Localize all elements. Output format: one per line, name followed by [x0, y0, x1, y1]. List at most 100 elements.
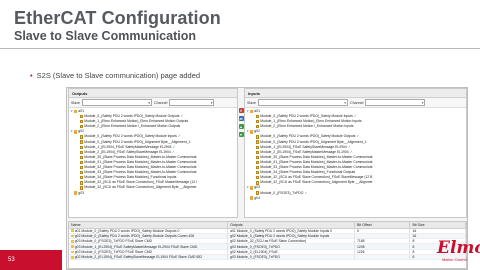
cell-text: 8 — [412, 255, 415, 260]
bullet-text: S2S (Slave to Slave communication) page … — [36, 71, 201, 80]
bullet-dot-icon: • — [30, 71, 33, 80]
inputs-panel: Inputs Slave ▾ Channel ▾ ▾ a01 Module_0_(S… — [244, 88, 467, 218]
module-icon — [256, 155, 260, 160]
module-icon — [80, 114, 84, 119]
tree-item-label: Module_32_(SCU as FSoE Slave Connection)… — [260, 180, 373, 185]
module-icon — [71, 229, 74, 233]
chevron-down-icon: ▾ — [148, 101, 150, 105]
outputs-slave-select[interactable]: ▾ — [82, 99, 152, 106]
module-icon — [256, 181, 260, 185]
logo-tagline: Motion Control — [442, 258, 467, 262]
module-icon — [256, 176, 260, 180]
module-icon — [256, 135, 260, 139]
inputs-filter-row: Slave ▾ Channel ▾ — [245, 98, 466, 108]
module-icon — [80, 135, 84, 139]
inputs-slave-label: Slave — [247, 100, 256, 105]
module-icon — [71, 234, 74, 238]
cell-text: a01 Module_0_(Safety PDU 2 words IPDO)_S… — [74, 228, 180, 233]
outputs-panel-title: Outputs — [69, 89, 237, 98]
table-row[interactable]: g02 Module_2_(EL1904)_FSoE SafetySlaveMe… — [69, 254, 466, 261]
cell-text: 8 — [412, 239, 415, 244]
cell-text: a01 Module_0_(Safety PDU 2 words IPDO)_S… — [230, 228, 333, 233]
folder-icon — [250, 130, 254, 134]
cell-text: 8 — [412, 249, 415, 254]
table-cell — [354, 254, 411, 261]
table-cell: g02 Module_2_(EL1904)_FSoE SafetySlaveMe… — [69, 254, 229, 261]
folder-icon — [74, 109, 78, 114]
module-icon — [71, 250, 74, 254]
folder-icon — [250, 186, 254, 190]
tree-item-label: g02 — [254, 129, 260, 134]
cell-text: g03 Module_0_(FSOE3)_TxPDO FSoE Slave CM… — [74, 249, 153, 254]
tree-item-label: Module_2_(Elmo Enhanced Motion I_Enhance… — [84, 124, 181, 129]
outputs-slave-label: Slave — [71, 100, 80, 105]
folder-icon — [250, 109, 254, 114]
table-cell: g03 Module_0_(FSOE3)_TxPDO — [227, 254, 355, 261]
inputs-channel-label: Channel — [350, 100, 364, 105]
cell-text: g03 Module_0_(FSOE3)_TxPDO — [230, 244, 280, 249]
outputs-filter-row: Slave ▾ Channel ▾ — [69, 98, 237, 108]
tree-item-label: Module_0_(FSOE3)_TxPDO — [260, 190, 304, 195]
mapped-check-icon: ✓ — [304, 190, 308, 195]
module-icon — [80, 160, 84, 165]
cell-text: 0 — [356, 228, 359, 233]
module-icon — [256, 114, 260, 119]
cell-text: g03 Module_0_(FSOE3)_TxPDO — [230, 255, 280, 260]
cell-text: g02 Module_2_(EL1904)_FSoE — [230, 249, 278, 254]
module-icon — [80, 125, 84, 129]
slide-subtitle: Slave to Slave Communication — [14, 29, 196, 43]
mapping-table: Name Outputs Bit Offset Bit Size a01 Mod… — [68, 221, 467, 269]
page-number: 53 — [8, 257, 15, 263]
tree-item-label: g03 — [78, 190, 84, 195]
cell-text: g02 Module_32_(SCU as FSoE Slave Connect… — [230, 239, 307, 244]
s2s-screenshot: Outputs Slave ▾ Channel ▾ ▾ a01 Module_0_(… — [66, 87, 468, 270]
module-icon — [256, 125, 260, 129]
module-icon — [80, 165, 84, 170]
module-icon — [80, 145, 84, 149]
chevron-down-icon: ▾ — [344, 101, 346, 105]
tree-item[interactable]: g03 — [71, 191, 235, 196]
cell-text: g02 Module_0_(Safety PDU 2 words IPDO)_S… — [74, 233, 195, 238]
tree-item-label: g02 — [78, 129, 84, 134]
cell-text: g02 Module_2_(EL1904)_FSoE SafetySlaveMe… — [74, 255, 203, 260]
inputs-panel-title: Inputs — [245, 89, 466, 98]
tree-item-label: g03 — [254, 185, 260, 190]
module-icon — [80, 176, 84, 180]
move-up-button[interactable]: ▴ — [238, 124, 244, 129]
module-icon — [80, 171, 84, 175]
folder-icon — [250, 196, 254, 200]
link-mapping-button[interactable]: ⇄ — [238, 116, 244, 121]
tree-item[interactable]: g04 — [247, 196, 464, 201]
folder-icon — [74, 130, 78, 134]
tree-item-label: a01 — [254, 109, 260, 113]
folder-icon — [74, 191, 78, 195]
cell-text: 1208 — [356, 244, 365, 249]
cell-text: 16 — [412, 228, 417, 233]
cell-text: g03 Module_0_(FSOE3)_TxPDO FSoE Slave CM… — [74, 239, 153, 244]
tree-item-label: a01 — [78, 109, 84, 113]
outputs-panel: Outputs Slave ▾ Channel ▾ ▾ a01 Module_0_(… — [68, 88, 238, 218]
title-divider — [0, 48, 480, 49]
module-icon — [80, 186, 84, 190]
cell-text: g03 Module_1_(EL2904)_FSoE SafetyMasterM… — [74, 244, 198, 249]
module-icon — [80, 155, 84, 160]
module-icon — [256, 171, 260, 175]
cell-text: 8 — [412, 244, 415, 249]
inputs-tree: ▾ a01 Module_0_(Safety PDU 2 words IPDO)_S… — [245, 108, 466, 202]
module-icon — [80, 120, 84, 124]
module-icon — [71, 245, 74, 249]
cell-text: g02 Module_0_(Safety PDU 2 words IPDO)_S… — [230, 233, 330, 238]
module-icon — [256, 150, 260, 154]
tree-item-label: g04 — [254, 195, 260, 200]
elmo-logo: Elmo Motion Control — [434, 228, 480, 264]
outputs-channel-label: Channel — [154, 100, 168, 105]
outputs-channel-select[interactable]: ▾ — [169, 99, 215, 106]
delete-mapping-button[interactable]: ✕ — [238, 108, 244, 113]
inputs-slave-select[interactable]: ▾ — [258, 99, 348, 106]
module-icon — [256, 160, 260, 165]
move-down-button[interactable]: ▾ — [238, 132, 244, 137]
module-icon — [80, 181, 84, 185]
inputs-channel-select[interactable]: ▾ — [365, 99, 426, 106]
chevron-down-icon: ▾ — [421, 101, 424, 105]
module-icon — [256, 120, 260, 124]
